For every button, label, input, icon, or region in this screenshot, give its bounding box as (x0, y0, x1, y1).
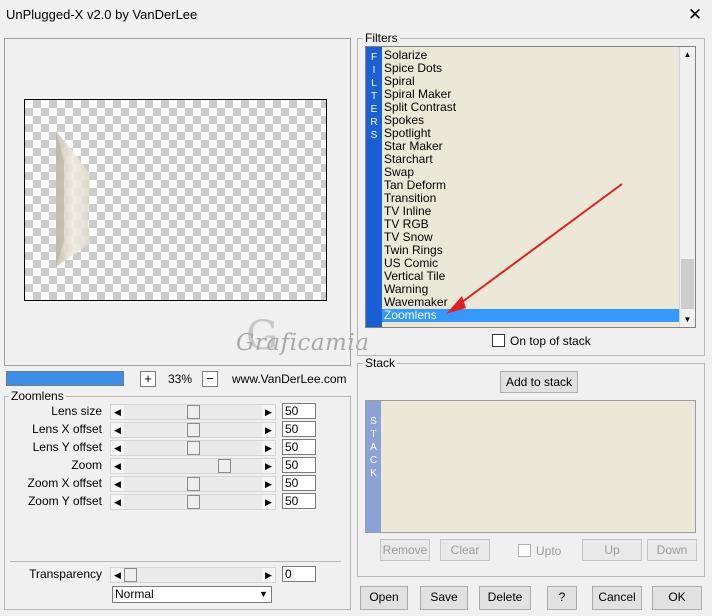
sidebar-letter: C (369, 455, 378, 466)
delete-button[interactable]: Delete (479, 586, 531, 610)
sidebar-letter: S (370, 130, 378, 141)
zoomlens-group-title: Zoomlens (9, 389, 66, 403)
transparency-value[interactable]: 0 (282, 566, 316, 582)
scroll-up-icon[interactable]: ▲ (680, 47, 695, 62)
slider-value[interactable]: 50 (282, 403, 316, 419)
slider-value[interactable]: 50 (282, 475, 316, 491)
stack-group-title: Stack (363, 356, 398, 370)
arrow-right-icon[interactable]: ▶ (262, 568, 275, 582)
sidebar-letter: S (370, 416, 377, 427)
separator (10, 561, 341, 562)
annotation-arrow (446, 183, 623, 314)
slider-value[interactable]: 50 (282, 457, 316, 473)
slider-thumb[interactable] (186, 477, 200, 491)
slider-track[interactable]: ◀ ▶ (110, 440, 276, 456)
arrow-left-icon[interactable]: ◀ (111, 477, 124, 491)
website-link[interactable]: www.VanDerLee.com (232, 372, 347, 386)
slider-thumb[interactable] (186, 441, 200, 455)
blend-mode-select[interactable]: Normal ▼ (112, 586, 272, 603)
arrow-right-icon[interactable]: ▶ (262, 423, 275, 437)
remove-button[interactable]: Remove (380, 539, 430, 561)
sidebar-letter: L (371, 78, 377, 89)
down-button[interactable]: Down (647, 539, 697, 561)
slider-track[interactable]: ◀ ▶ (110, 494, 276, 510)
open-button[interactable]: Open (360, 586, 408, 610)
slider-thumb[interactable] (186, 423, 200, 437)
watermark: Graficamia (236, 330, 370, 356)
ok-button[interactable]: OK (652, 586, 702, 610)
slider-label: Lens size (51, 404, 102, 418)
progress-bar (6, 371, 124, 386)
slider-thumb[interactable] (186, 405, 200, 419)
slider-track[interactable]: ◀ ▶ (110, 476, 276, 492)
slider-track[interactable]: ◀ ▶ (110, 422, 276, 438)
slider-value[interactable]: 50 (282, 493, 316, 509)
clear-button[interactable]: Clear (440, 539, 490, 561)
filters-scrollbar[interactable]: ▲ ▼ (679, 47, 695, 327)
sidebar-letter: E (370, 104, 378, 115)
arrow-right-icon[interactable]: ▶ (262, 405, 275, 419)
stack-list: STACK (365, 400, 696, 533)
preview-image-shape (56, 131, 90, 267)
arrow-right-icon[interactable]: ▶ (262, 459, 275, 473)
slider-label: Lens Y offset (32, 440, 102, 454)
transparency-label: Transparency (29, 567, 102, 581)
sidebar-letter: R (370, 117, 378, 128)
filters-group-title: Filters (363, 31, 400, 45)
sidebar-letter: F (370, 52, 378, 63)
arrow-right-icon[interactable]: ▶ (262, 441, 275, 455)
slider-track[interactable]: ◀ ▶ (110, 404, 276, 420)
arrow-left-icon[interactable]: ◀ (111, 405, 124, 419)
slider-value[interactable]: 50 (282, 439, 316, 455)
sidebar-letter: T (370, 91, 378, 102)
stack-items (381, 401, 695, 532)
close-icon: ✕ (687, 5, 703, 24)
cancel-button[interactable]: Cancel (592, 586, 642, 610)
help-button[interactable]: ? (547, 586, 577, 610)
sidebar-letter: T (370, 429, 377, 440)
slider-label: Zoom Y offset (27, 494, 102, 508)
zoom-in-button[interactable]: + (140, 371, 156, 387)
slider-label: Zoom (71, 458, 102, 472)
slider-value[interactable]: 50 (282, 421, 316, 437)
sidebar-letter: K (370, 468, 377, 479)
slider-thumb[interactable] (124, 568, 137, 582)
zoom-out-button[interactable]: − (202, 371, 218, 387)
blend-mode-value: Normal (115, 587, 154, 601)
up-button[interactable]: Up (582, 539, 642, 561)
stack-sidebar-label: STACK (366, 401, 381, 532)
slider-thumb[interactable] (217, 459, 231, 473)
sidebar-letter: A (370, 442, 377, 453)
arrow-left-icon[interactable]: ◀ (111, 459, 124, 473)
slider-thumb[interactable] (186, 495, 200, 509)
arrow-left-icon[interactable]: ◀ (111, 568, 124, 582)
on-top-of-stack-checkbox[interactable] (492, 334, 505, 347)
chevron-down-icon: ▼ (259, 589, 268, 599)
arrow-left-icon[interactable]: ◀ (111, 495, 124, 509)
on-top-of-stack-label: On top of stack (510, 334, 591, 348)
arrow-left-icon[interactable]: ◀ (111, 423, 124, 437)
scroll-down-icon[interactable]: ▼ (680, 312, 695, 327)
zoom-level: 33% (168, 372, 193, 386)
slider-label: Lens X offset (32, 422, 102, 436)
save-button[interactable]: Save (420, 586, 468, 610)
transparency-slider[interactable]: ◀ ▶ (110, 567, 276, 583)
add-to-stack-button[interactable]: Add to stack (500, 371, 578, 393)
sidebar-letter: I (372, 65, 376, 76)
upto-checkbox[interactable] (518, 544, 531, 557)
filters-sidebar-label: FILTERS (366, 47, 382, 327)
arrow-left-icon[interactable]: ◀ (111, 441, 124, 455)
arrow-right-icon[interactable]: ▶ (262, 477, 275, 491)
arrow-right-icon[interactable]: ▶ (262, 495, 275, 509)
close-button[interactable]: ✕ (684, 4, 706, 26)
scroll-thumb[interactable] (681, 259, 694, 309)
slider-track[interactable]: ◀ ▶ (110, 458, 276, 474)
window-title: UnPlugged-X v2.0 by VanDerLee (6, 7, 198, 22)
slider-label: Zoom X offset (27, 476, 102, 490)
upto-label: Upto (536, 544, 562, 558)
